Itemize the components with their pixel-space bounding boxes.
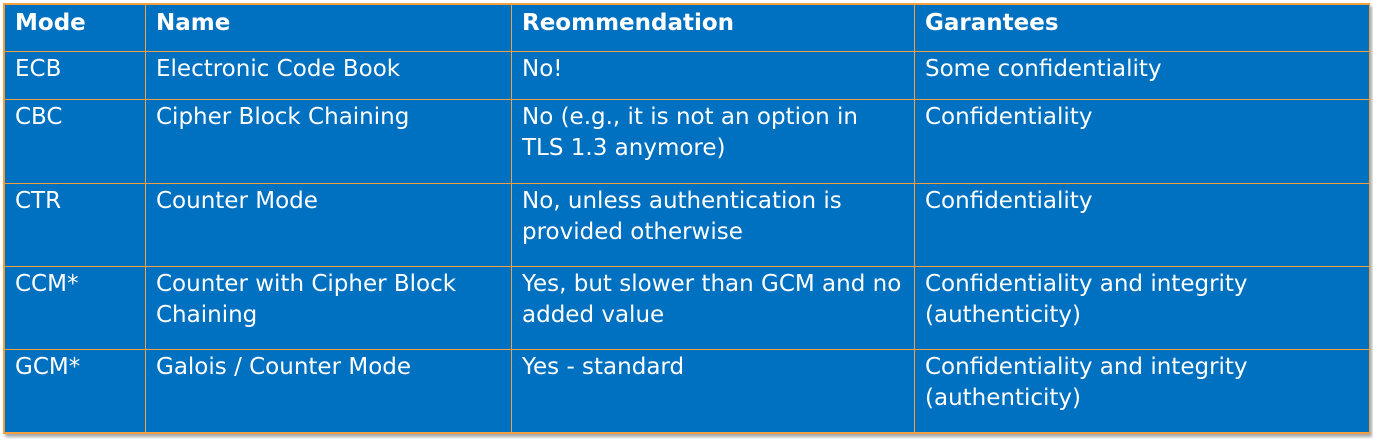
cell-guarantees: Confidentiality and integrity (authentic… — [914, 265, 1370, 350]
cell-recommendation: No, unless authentication is provided ot… — [511, 182, 915, 267]
cell-recommendation: No (e.g., it is not an option in TLS 1.3… — [511, 99, 915, 184]
block-cipher-modes-table: Mode Name Reommendation Garantees ECB El… — [4, 4, 1370, 434]
cell-recommendation: Yes - standard — [511, 348, 915, 434]
table-row: CTR Counter Mode No, unless authenticati… — [4, 182, 1370, 267]
cell-mode: GCM* — [4, 348, 146, 434]
cell-recommendation: Yes, but slower than GCM and no added va… — [511, 265, 915, 350]
cell-name: Counter with Cipher Block Chaining — [145, 265, 512, 350]
table-row: ECB Electronic Code Book No! Some confid… — [4, 50, 1370, 101]
cell-mode: CBC — [4, 99, 146, 184]
cell-name: Electronic Code Book — [145, 50, 512, 101]
cell-recommendation: No! — [511, 50, 915, 101]
cell-name: Galois / Counter Mode — [145, 348, 512, 434]
cell-mode: ECB — [4, 50, 146, 101]
cell-name: Cipher Block Chaining — [145, 99, 512, 184]
cell-guarantees: Confidentiality and integrity (authentic… — [914, 348, 1370, 434]
cell-mode: CTR — [4, 182, 146, 267]
header-row: Mode Name Reommendation Garantees — [4, 4, 1370, 52]
table-header: Mode Name Reommendation Garantees — [4, 4, 1370, 52]
cell-name: Counter Mode — [145, 182, 512, 267]
header-guarantees: Garantees — [914, 4, 1370, 52]
table-row: GCM* Galois / Counter Mode Yes - standar… — [4, 348, 1370, 434]
table-row: CBC Cipher Block Chaining No (e.g., it i… — [4, 99, 1370, 184]
cell-guarantees: Confidentiality — [914, 182, 1370, 267]
header-recommendation: Reommendation — [511, 4, 915, 52]
table-body: ECB Electronic Code Book No! Some confid… — [4, 50, 1370, 434]
modes-table-container: Mode Name Reommendation Garantees ECB El… — [3, 3, 1370, 434]
table-row: CCM* Counter with Cipher Block Chaining … — [4, 265, 1370, 350]
cell-mode: CCM* — [4, 265, 146, 350]
header-mode: Mode — [4, 4, 146, 52]
cell-guarantees: Confidentiality — [914, 99, 1370, 184]
header-name: Name — [145, 4, 512, 52]
cell-guarantees: Some confidentiality — [914, 50, 1370, 101]
